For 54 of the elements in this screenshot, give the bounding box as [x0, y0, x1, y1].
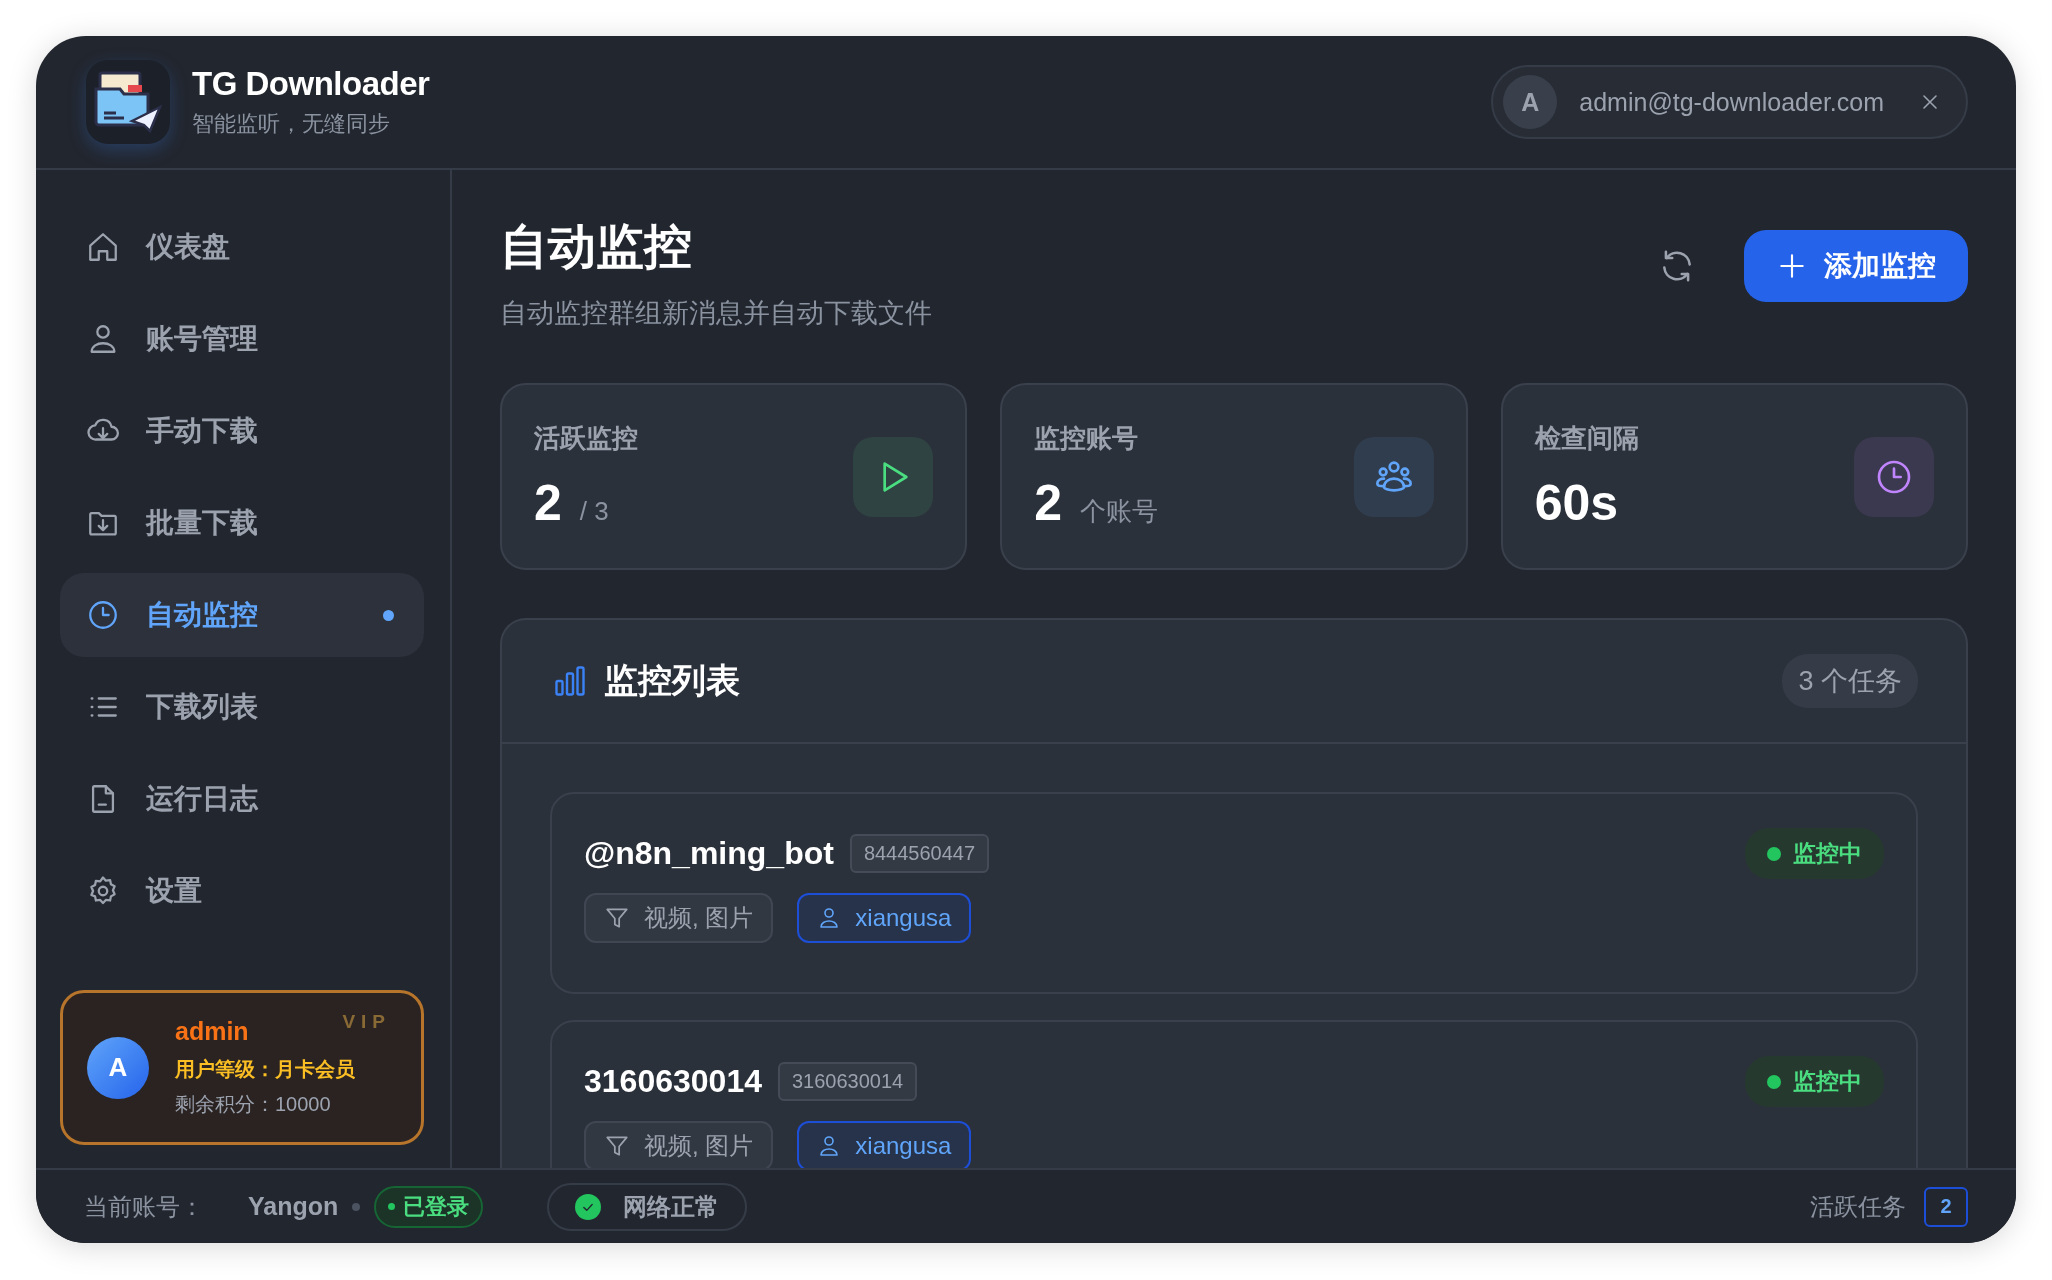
- nav-item[interactable]: 手动下载: [60, 389, 424, 473]
- user-avatar: A: [87, 1036, 149, 1099]
- app-logo: [92, 69, 164, 135]
- bar-chart-icon: [552, 663, 588, 699]
- network-status: 网络正常: [547, 1182, 748, 1231]
- login-badge: 已登录: [374, 1185, 484, 1228]
- monitor-card[interactable]: 3160630014 3160630014 监控中 视频, 图片 xiangusa: [550, 1020, 1918, 1168]
- nav-item[interactable]: 下载列表: [60, 665, 424, 749]
- vip-label: VIP: [342, 1011, 391, 1033]
- stat-value: 60s: [1534, 474, 1619, 532]
- account-name: Yangon: [248, 1192, 339, 1221]
- user-points: 剩余积分：10000: [175, 1092, 332, 1117]
- stat-value: 2: [1034, 474, 1063, 532]
- panel-title: 监控列表: [604, 660, 740, 701]
- stat-unit: / 3: [579, 496, 609, 527]
- page-subtitle: 自动监控群组新消息并自动下载文件: [500, 297, 932, 330]
- nav-item[interactable]: 运行日志: [60, 757, 424, 841]
- account-label: 当前账号：: [84, 1191, 204, 1222]
- nav-item[interactable]: 设置: [60, 849, 424, 933]
- active-tasks-label: 活跃任务: [1810, 1191, 1906, 1222]
- nav-item[interactable]: 批量下载: [60, 481, 424, 565]
- nav-item[interactable]: 账号管理: [60, 297, 424, 381]
- stat-label: 检查间隔: [1534, 422, 1639, 455]
- page-title: 自动监控: [500, 219, 693, 275]
- membership-text: 用户等级：月卡会员: [175, 1057, 355, 1082]
- status-badge: 监控中: [1745, 828, 1884, 879]
- clock-icon: [86, 598, 120, 632]
- status-badge: 监控中: [1745, 1056, 1884, 1107]
- user-avatar: A: [1503, 75, 1558, 129]
- add-monitor-button[interactable]: 添加监控: [1744, 230, 1968, 302]
- stat-label: 监控账号: [1034, 422, 1140, 455]
- stat-unit: 个账号: [1080, 495, 1159, 528]
- nav-item[interactable]: 仪表盘: [60, 205, 424, 289]
- app-subtitle: 智能监听，无缝同步: [192, 110, 391, 138]
- monitor-name: @n8n_ming_bot: [584, 835, 834, 872]
- separator-dot: [352, 1202, 361, 1211]
- stat-value: 2: [534, 474, 562, 532]
- active-tasks-count: 2: [1924, 1186, 1968, 1227]
- task-count: 3 个任务: [1782, 654, 1918, 708]
- filter-tag: 视频, 图片: [584, 1121, 774, 1168]
- account-tag: xiangusa: [797, 1121, 972, 1168]
- monitor-card[interactable]: @n8n_ming_bot 8444560447 监控中 视频, 图片 xiangusa: [550, 792, 1918, 994]
- home-icon: [86, 230, 120, 264]
- app-title: TG Downloader: [192, 65, 430, 103]
- chat-id: 8444560447: [849, 834, 990, 873]
- account-tag: xiangusa: [797, 893, 972, 943]
- user-chip[interactable]: A admin@tg-downloader.com: [1491, 65, 1968, 139]
- monitor-name: 3160630014: [584, 1063, 762, 1100]
- stat-label: 活跃监控: [534, 422, 638, 455]
- active-dot: [383, 609, 394, 621]
- chat-id: 3160630014: [777, 1062, 918, 1101]
- nav-item[interactable]: 自动监控: [60, 573, 424, 657]
- user-email: admin@tg-downloader.com: [1579, 87, 1884, 117]
- filter-tag: 视频, 图片: [584, 893, 774, 943]
